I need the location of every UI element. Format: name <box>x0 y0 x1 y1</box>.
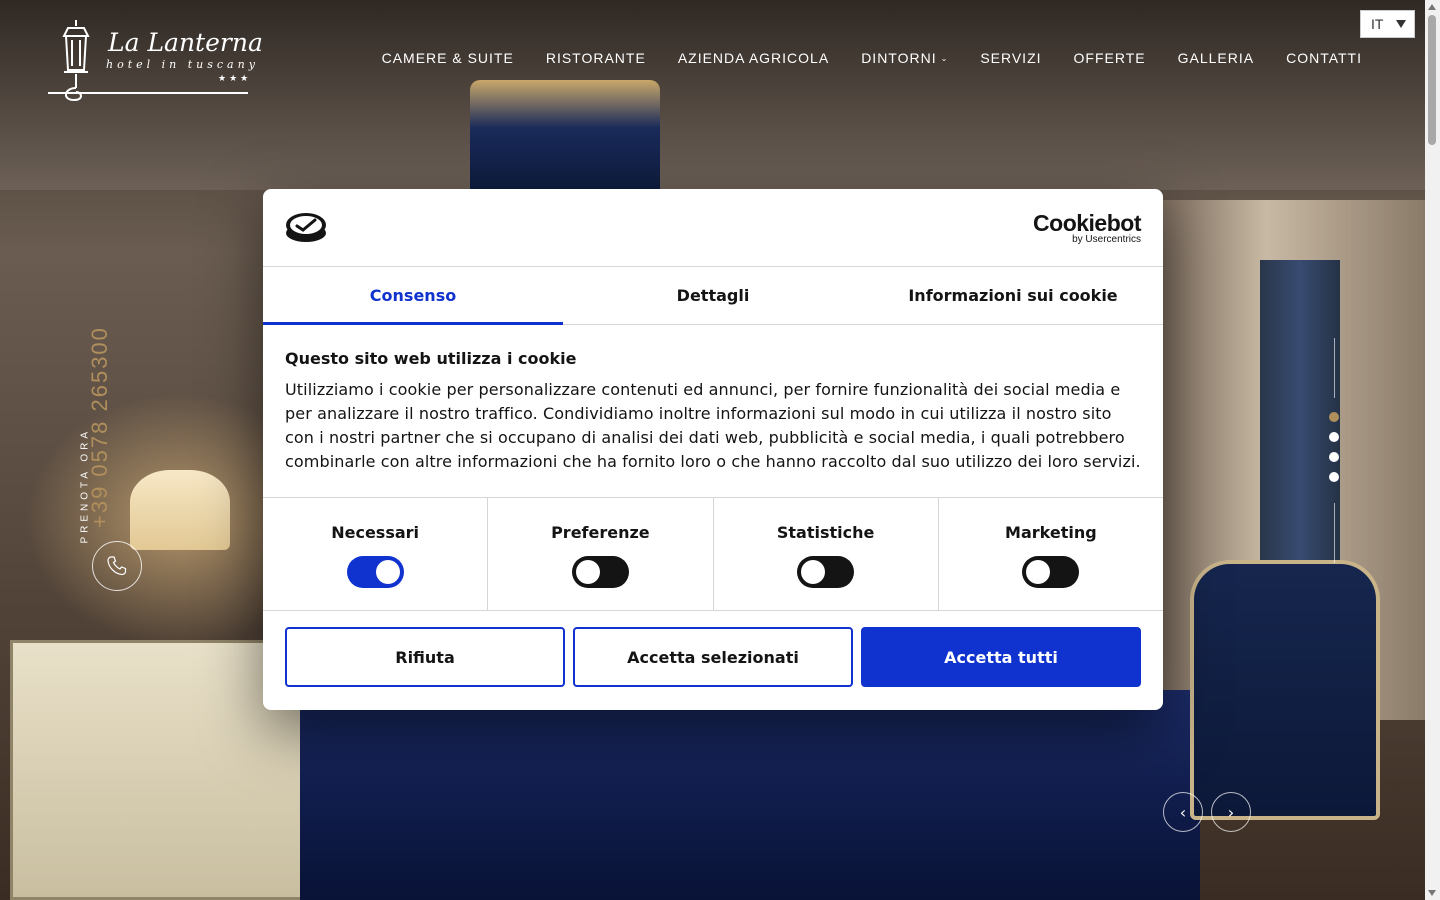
cookie-text: Utilizziamo i cookie per personalizzare … <box>285 380 1141 471</box>
cookie-tabs: Consenso Dettagli Informazioni sui cooki… <box>263 267 1163 325</box>
nav-label: CONTATTI <box>1286 50 1362 66</box>
toggle-marketing[interactable] <box>1022 556 1080 588</box>
toggle-knob <box>375 560 400 584</box>
slider-next-button[interactable]: › <box>1211 792 1251 832</box>
logo-name: La Lanterna <box>108 28 263 57</box>
nav-label: GALLERIA <box>1177 50 1255 66</box>
slider-dot-1[interactable] <box>1329 412 1339 422</box>
nav-label: DINTORNI <box>861 50 937 66</box>
logo-tagline: hotel in tuscany <box>106 58 259 71</box>
cookie-body: Questo sito web utilizza i cookie Utiliz… <box>263 325 1163 498</box>
toggle-necessari[interactable] <box>346 556 404 588</box>
cookie-title: Questo sito web utilizza i cookie <box>285 349 577 368</box>
category-statistiche: Statistiche <box>714 498 939 610</box>
cookie-buttons: Rifiuta Accetta selezionati Accetta tutt… <box>263 611 1163 703</box>
nav-offerte[interactable]: OFFERTE <box>1074 50 1146 66</box>
nav-galleria[interactable]: GALLERIA <box>1178 50 1254 66</box>
main-nav: CAMERE & SUITE RISTORANTE AZIENDA AGRICO… <box>382 50 1362 66</box>
nav-label: RISTORANTE <box>545 50 646 66</box>
cookiebot-sub: by Usercentrics <box>1072 234 1141 245</box>
cookiebot-name: Cookiebot <box>1033 210 1141 236</box>
booking-phone: PRENOTA ORA +39 0578 265300 <box>70 325 120 543</box>
nav-label: CAMERE & SUITE <box>381 50 514 66</box>
slider-prev-button[interactable]: ‹ <box>1163 792 1203 832</box>
cookie-consent-dialog: Cookiebot by Usercentrics Consenso Detta… <box>263 189 1163 710</box>
category-necessari: Necessari <box>263 498 489 610</box>
scroll-up-icon[interactable] <box>1428 4 1436 10</box>
nav-camere-suite[interactable]: CAMERE & SUITE <box>382 50 514 66</box>
chevron-down-icon: ⌄ <box>940 53 949 63</box>
language-value: IT <box>1371 16 1384 32</box>
accept-selected-button[interactable]: Accetta selezionati <box>573 627 853 687</box>
tab-dettagli[interactable]: Dettagli <box>563 267 863 324</box>
slider-line-bottom <box>1334 503 1335 563</box>
scroll-down-icon[interactable] <box>1428 890 1436 896</box>
hero-bed-canopy <box>470 80 660 200</box>
cookie-dialog-header: Cookiebot by Usercentrics <box>263 189 1163 267</box>
scrollbar-thumb[interactable] <box>1428 15 1436 145</box>
toggle-statistiche[interactable] <box>797 556 855 588</box>
call-button[interactable] <box>92 541 142 591</box>
chevron-right-icon: › <box>1227 802 1235 822</box>
reject-button[interactable]: Rifiuta <box>285 627 565 687</box>
chevron-left-icon: ‹ <box>1179 802 1187 822</box>
nav-ristorante[interactable]: RISTORANTE <box>546 50 646 66</box>
hero-chair <box>1190 560 1380 820</box>
slider-dot-3[interactable] <box>1329 452 1339 462</box>
nav-dintorni[interactable]: DINTORNI ⌄ <box>861 50 948 66</box>
nav-label: SERVIZI <box>980 50 1042 66</box>
nav-label: OFFERTE <box>1073 50 1146 66</box>
slider-dot-2[interactable] <box>1329 432 1339 442</box>
nav-contatti[interactable]: CONTATTI <box>1286 50 1362 66</box>
toggle-knob <box>575 560 600 584</box>
category-label: Necessari <box>331 523 420 542</box>
logo-flourish <box>48 92 248 94</box>
category-label: Preferenze <box>551 523 650 542</box>
slider-dot-4[interactable] <box>1329 472 1339 482</box>
nav-label: AZIENDA AGRICOLA <box>677 50 830 66</box>
nav-azienda-agricola[interactable]: AZIENDA AGRICOLA <box>678 50 829 66</box>
hero-lamp <box>130 470 230 550</box>
tab-consenso[interactable]: Consenso <box>263 267 563 325</box>
toggle-preferenze[interactable] <box>571 556 629 588</box>
site-logo[interactable]: La Lanterna hotel in tuscany ★★★ <box>48 18 263 102</box>
toggle-knob <box>801 560 826 584</box>
booking-phone-number[interactable]: +39 0578 265300 <box>87 326 113 528</box>
category-preferenze: Preferenze <box>488 498 714 610</box>
cookie-logo-icon <box>286 213 326 242</box>
phone-icon <box>107 556 127 576</box>
category-marketing: Marketing <box>939 498 1163 610</box>
page-scrollbar[interactable] <box>1425 0 1440 900</box>
nav-servizi[interactable]: SERVIZI <box>980 50 1041 66</box>
hero-bed <box>300 690 1200 900</box>
cookie-categories: Necessari Preferenze Statistiche Marketi… <box>263 498 1163 611</box>
category-label: Marketing <box>1005 523 1097 542</box>
accept-all-button[interactable]: Accetta tutti <box>861 627 1141 687</box>
language-select[interactable]: IT <box>1360 10 1415 38</box>
cookiebot-logo[interactable]: Cookiebot by Usercentrics <box>1033 211 1141 245</box>
caret-down-icon <box>1396 20 1406 28</box>
logo-stars: ★★★ <box>218 74 252 84</box>
slider-line-top <box>1334 338 1335 398</box>
tab-informazioni[interactable]: Informazioni sui cookie <box>863 267 1163 324</box>
lantern-icon <box>62 20 90 102</box>
toggle-knob <box>1026 560 1051 584</box>
category-label: Statistiche <box>776 523 875 542</box>
